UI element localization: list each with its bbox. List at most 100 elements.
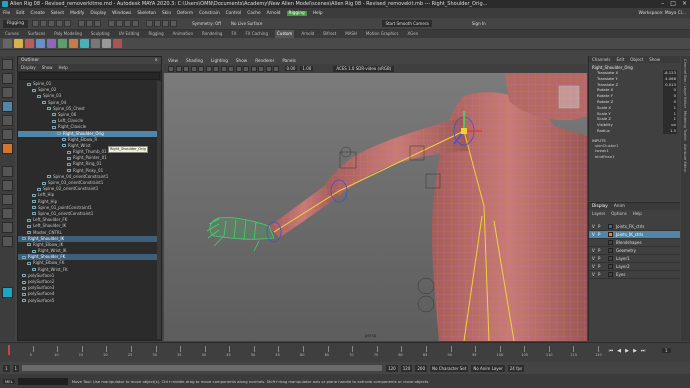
layer-menu-help[interactable]: Help	[633, 210, 642, 217]
menu-skeleton[interactable]: Skeleton	[137, 11, 156, 16]
four-view-layout-icon[interactable]	[2, 180, 13, 191]
layer-row[interactable]: V P Layer2	[589, 263, 680, 271]
channel-attribute-row[interactable]: Radius 1.5	[589, 127, 680, 134]
resolution-gate-icon[interactable]	[213, 65, 219, 72]
step-back-icon[interactable]: ◀	[616, 348, 622, 354]
exposure-field[interactable]: 0.00	[284, 66, 298, 71]
paint-select-tool-icon[interactable]	[2, 87, 13, 98]
scale-tool-icon[interactable]	[2, 129, 13, 140]
anim-layer-dropdown[interactable]: No Anim Layer	[471, 364, 505, 372]
shelf-tab-rigging[interactable]: Rigging	[146, 30, 165, 38]
render-icon[interactable]	[154, 20, 162, 27]
range-bar[interactable]	[22, 365, 383, 371]
textured-icon[interactable]	[235, 65, 242, 72]
color-space-dropdown[interactable]: ACES 1.0 SDR-video (sRGB)	[333, 65, 395, 72]
xray-icon[interactable]	[258, 65, 264, 72]
isolate-select-icon[interactable]	[273, 65, 279, 72]
lasso-tool-icon[interactable]	[2, 73, 13, 84]
live-surface-field[interactable]: No Live Surface	[231, 21, 262, 26]
go-to-start-icon[interactable]: ⏮	[608, 348, 614, 354]
layer-tab-anim[interactable]: Anim	[614, 203, 625, 210]
shelf-tab-mash[interactable]: MASH	[343, 30, 359, 38]
snap-point-icon[interactable]	[124, 20, 132, 27]
start-time-field[interactable]: 1	[3, 364, 10, 372]
symmetry-dropdown[interactable]: Symmetry: Off	[192, 21, 221, 26]
layer-playback-toggle[interactable]: P	[598, 256, 604, 261]
grid-toggle-icon[interactable]	[198, 65, 204, 72]
wireframe-icon[interactable]	[220, 65, 227, 72]
outliner-search-input[interactable]	[19, 72, 160, 80]
minimize-button[interactable]: –	[661, 0, 664, 7]
menu-select[interactable]: Select	[51, 11, 64, 16]
select-object-icon[interactable]	[86, 20, 94, 27]
outliner-scrollbar[interactable]	[157, 81, 161, 339]
bookmark-icon[interactable]	[183, 65, 189, 72]
paint-weights-icon[interactable]	[47, 39, 56, 48]
viewport-3d[interactable]	[164, 56, 587, 341]
point-constraint-icon[interactable]	[80, 39, 89, 48]
layer-color-swatch[interactable]	[608, 248, 613, 253]
select-hierarchy-icon[interactable]	[78, 20, 86, 27]
outliner-node[interactable]: polySurface5	[18, 298, 161, 304]
viewport-menu-renderer[interactable]: Renderer	[255, 58, 274, 63]
shelf-tab-curves[interactable]: Curves	[3, 30, 21, 38]
undo-icon[interactable]	[56, 20, 64, 27]
layer-playback-toggle[interactable]: P	[598, 224, 604, 229]
shelf-tab-bifrost[interactable]: Bifrost	[321, 30, 338, 38]
channel-menu-edit[interactable]: Edit	[617, 56, 625, 63]
menu-rigging[interactable]: Rigging	[286, 10, 307, 16]
bind-skin-icon[interactable]	[36, 39, 45, 48]
film-gate-icon[interactable]	[205, 65, 212, 72]
current-frame-field[interactable]: 1	[662, 348, 671, 353]
shelf-tab-custom[interactable]: Custom	[274, 30, 295, 38]
viewport-menu-lighting[interactable]: Lighting	[211, 58, 228, 63]
menu-constrain[interactable]: Constrain	[199, 11, 220, 16]
layer-playback-toggle[interactable]: P	[598, 248, 604, 253]
persp-outliner-layout-icon[interactable]	[2, 194, 13, 205]
outliner-menu-help[interactable]: Help	[59, 64, 68, 71]
layer-color-swatch[interactable]	[608, 232, 613, 237]
layer-playback-toggle[interactable]: P	[598, 272, 604, 277]
camera-select-icon[interactable]	[168, 65, 174, 72]
layer-color-swatch[interactable]	[608, 224, 613, 229]
save-scene-icon[interactable]	[48, 20, 56, 27]
gamma-field[interactable]: 1.00	[300, 66, 314, 71]
viewport-menu-panels[interactable]: Panels	[282, 58, 295, 63]
layer-color-swatch[interactable]	[608, 272, 613, 277]
shadows-icon[interactable]	[250, 65, 257, 72]
shelf-tab-uv-editing[interactable]: UV Editing	[117, 30, 142, 38]
channel-attribute-value[interactable]: 1.5	[663, 127, 677, 134]
side-tab-attribute-editor[interactable]: Attribute Editor	[683, 144, 687, 172]
hypershade-layout-icon[interactable]	[2, 236, 13, 247]
snap-curve-icon[interactable]	[116, 20, 124, 27]
menu-modify[interactable]: Modify	[70, 11, 84, 16]
render-settings-icon[interactable]	[170, 20, 178, 27]
channel-menu-channels[interactable]: Channels	[592, 56, 611, 63]
shelf-tab-sculpting[interactable]: Sculpting	[89, 30, 112, 38]
smooth-shade-icon[interactable]	[228, 65, 234, 72]
layer-playback-toggle[interactable]: P	[598, 232, 604, 237]
menu-edit[interactable]: Edit	[16, 11, 24, 16]
playback-end-field[interactable]: 200	[415, 364, 428, 372]
shelf-tab-xgen[interactable]: XGen	[405, 30, 420, 38]
layer-row[interactable]: V P Geometry	[589, 247, 680, 255]
outliner-close-icon[interactable]: ×	[154, 57, 158, 64]
smooth-camera-button[interactable]: Start Smooth Camera	[382, 20, 432, 27]
orient-constraint-icon[interactable]	[69, 39, 78, 48]
persp-graph-layout-icon[interactable]	[2, 208, 13, 219]
shelf-tab-poly-modeling[interactable]: Poly Modeling	[52, 30, 84, 38]
play-icon[interactable]: ▶	[624, 348, 630, 354]
go-to-end-icon[interactable]: ⏭	[640, 348, 646, 354]
layer-color-swatch[interactable]	[608, 256, 613, 261]
layer-tab-display[interactable]: Display	[592, 203, 608, 210]
close-button[interactable]: ×	[682, 0, 687, 7]
select-component-icon[interactable]	[94, 20, 102, 27]
image-plane-icon[interactable]	[190, 65, 197, 72]
mel-label[interactable]: MEL	[3, 378, 15, 384]
shelf-tab-fx[interactable]: FX	[229, 30, 238, 38]
menu-deform[interactable]: Deform	[177, 11, 193, 16]
end-time-field[interactable]: 120	[400, 364, 413, 372]
layer-menu-layers[interactable]: Layers	[592, 210, 605, 217]
lights-icon[interactable]	[243, 65, 249, 72]
outliner-menu-show[interactable]: Show	[42, 64, 53, 71]
